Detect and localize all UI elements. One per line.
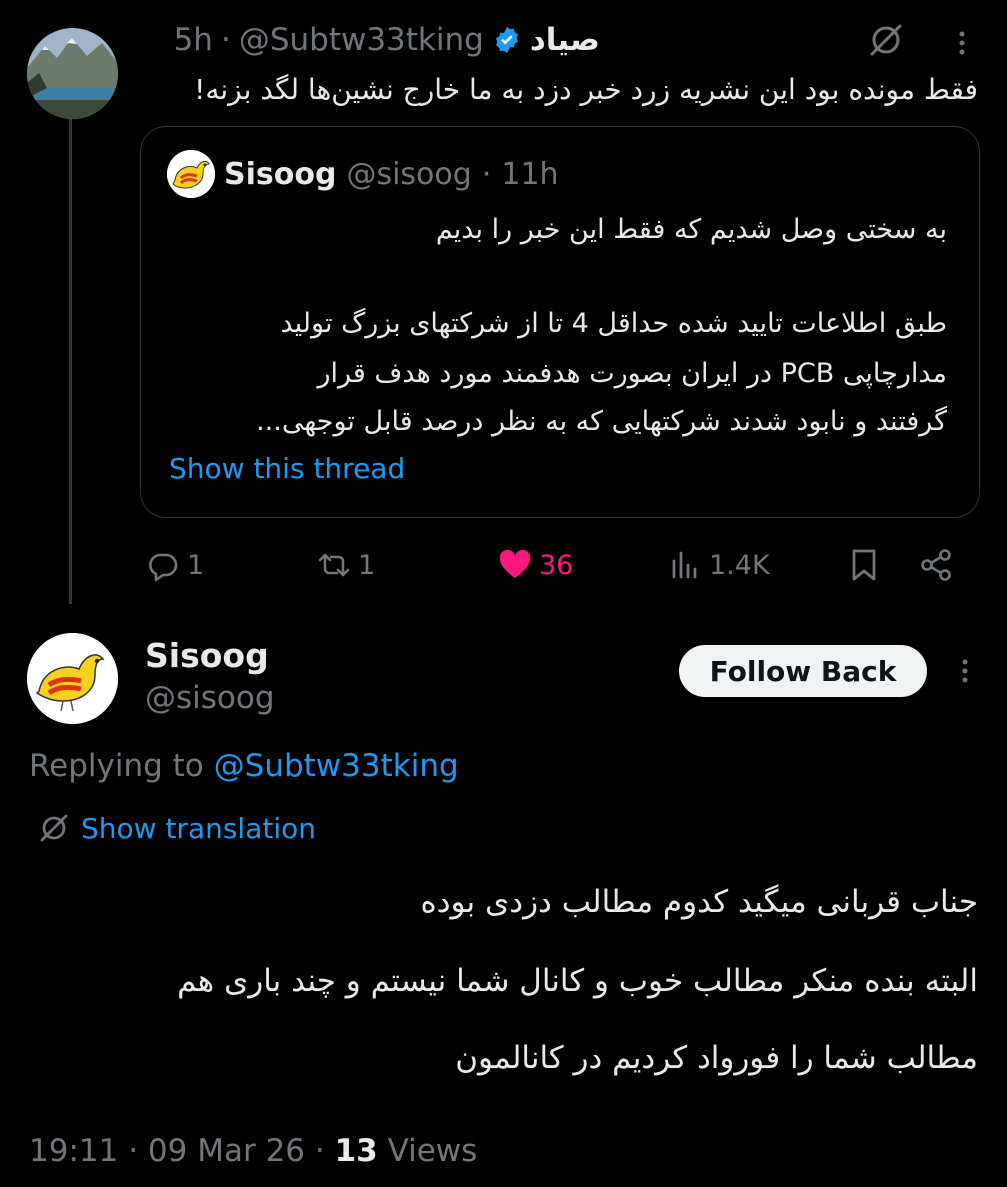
retweet-count: 1: [358, 549, 376, 581]
separator-dot: ·: [481, 156, 492, 192]
quote-time: 11h: [501, 156, 559, 192]
show-translation-button[interactable]: Show translation: [37, 808, 316, 848]
main-tweet-text-line: جناب قربانی میگید کدوم مطالب دزدی بوده: [420, 884, 978, 920]
reply-count: 1: [187, 549, 205, 581]
share-button[interactable]: [918, 540, 954, 590]
quote-author-avatar: [167, 150, 215, 198]
like-count: 36: [539, 549, 574, 581]
parent-tweet-header: صیاد @Subtw33tking · 5h: [145, 20, 600, 60]
main-author-avatar[interactable]: [27, 633, 118, 724]
translate-icon[interactable]: [866, 20, 906, 60]
share-icon: [921, 549, 951, 581]
parent-author-avatar[interactable]: [27, 28, 118, 119]
bookmark-icon: [852, 549, 876, 581]
more-options-icon[interactable]: [953, 656, 977, 686]
parent-author-name[interactable]: صیاد: [530, 22, 600, 58]
heart-filled-icon: [499, 549, 531, 578]
tweet-metadata: 19:11 · 09 Mar 26 · 13 Views: [29, 1133, 477, 1169]
quote-text-line: طبق اطلاعات تایید شده حداقل 4 تا از شرکت…: [280, 308, 947, 339]
thread-connector-line: [69, 117, 72, 604]
tweet-date[interactable]: 09 Mar 26: [148, 1133, 305, 1169]
parent-tweet-text: فقط مونده بود این نشریه زرد خبر دزد به م…: [194, 73, 978, 106]
show-this-thread-link[interactable]: Show this thread: [169, 452, 405, 485]
quote-author-handle: @sisoog: [346, 156, 472, 192]
retweet-icon: [318, 553, 350, 577]
main-tweet-text-line: مطالب شما را فورواد کردیم در کانالمون: [455, 1040, 978, 1076]
quote-header: Sisoog @sisoog · 11h: [224, 152, 559, 196]
main-author-handle[interactable]: @sisoog: [145, 680, 275, 716]
views-chart-icon: [672, 551, 697, 579]
reply-icon: [149, 553, 178, 582]
main-author-name[interactable]: Sisoog: [145, 636, 269, 675]
separator-dot: ·: [128, 1133, 139, 1169]
separator-dot: ·: [314, 1133, 325, 1169]
like-button[interactable]: 36: [497, 540, 573, 590]
views-button[interactable]: 1.4K: [667, 540, 770, 590]
retweet-button[interactable]: 1: [316, 540, 375, 590]
replying-to-line: Replying to @Subtw33tking: [29, 748, 459, 784]
translate-icon: [40, 814, 68, 842]
quote-author-name: Sisoog: [224, 156, 337, 192]
views-count: 1.4K: [709, 549, 770, 581]
reply-button[interactable]: 1: [145, 540, 204, 590]
quote-text-line: به سختی وصل شدیم که فقط این خبر را بدیم: [435, 214, 947, 245]
more-options-icon[interactable]: [950, 28, 974, 58]
replying-to-label: Replying to: [29, 748, 204, 784]
main-tweet-text-line: البته بنده منکر مطالب خوب و کانال شما نی…: [177, 963, 978, 999]
parent-author-handle[interactable]: @Subtw33tking: [239, 22, 484, 58]
views-total: 13: [334, 1133, 378, 1169]
verified-badge-icon: [495, 26, 518, 54]
bookmark-button[interactable]: [846, 540, 882, 590]
follow-back-button[interactable]: Follow Back: [679, 645, 927, 697]
show-translation-label: Show translation: [81, 811, 317, 845]
replying-to-handle-link[interactable]: @Subtw33tking: [214, 748, 459, 784]
tweet-time[interactable]: 19:11: [29, 1133, 118, 1169]
views-label: Views: [387, 1133, 478, 1169]
quote-text-line: مدارچاپی PCB در ایران بصورت هدفمند مورد …: [317, 358, 947, 389]
parent-tweet-time[interactable]: 5h: [174, 22, 213, 58]
quote-text-line: گرفتند و نابود شدند شرکتهایی که به نظر د…: [256, 406, 947, 437]
separator-dot: ·: [220, 22, 231, 58]
